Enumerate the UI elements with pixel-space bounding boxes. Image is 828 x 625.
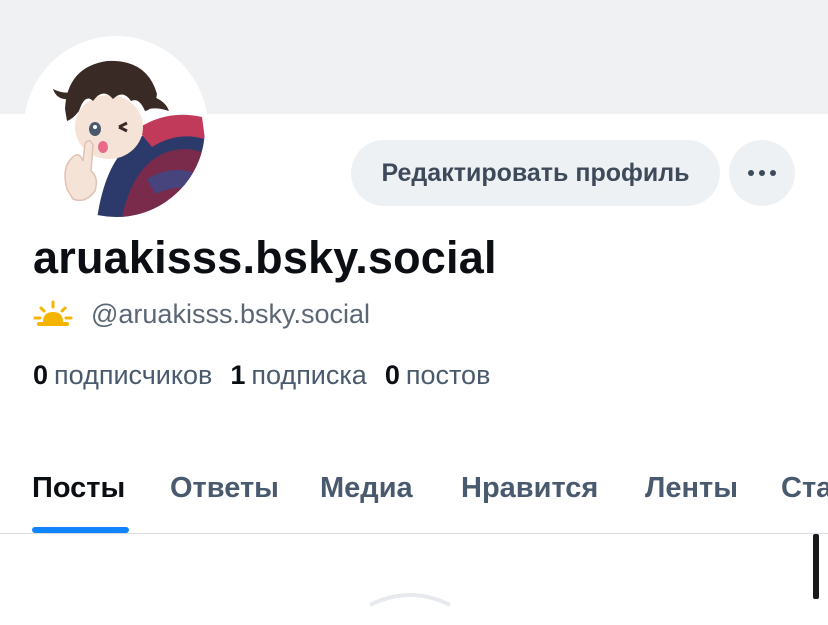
followers-label[interactable]: подписчиков [54, 360, 212, 391]
avatar-illustration [27, 39, 205, 217]
tab-replies[interactable]: Ответы [170, 472, 279, 505]
handle[interactable]: @aruakisss.bsky.social [91, 299, 370, 330]
posts-label: постов [405, 359, 491, 390]
scrollbar[interactable] [813, 534, 819, 599]
loading-spinner [350, 585, 470, 625]
ellipsis-icon [748, 170, 754, 176]
display-name: aruakisss.bsky.social [33, 232, 497, 283]
ellipsis-icon-dot [770, 170, 776, 176]
tab-media[interactable]: Медиа [320, 472, 413, 505]
handle-row: @aruakisss.bsky.social [33, 296, 370, 332]
tab-starter-packs[interactable]: Ста [781, 472, 828, 505]
tab-posts[interactable]: Посты [32, 472, 125, 505]
edit-profile-button[interactable]: Редактировать профиль [351, 140, 720, 206]
tab-feeds[interactable]: Ленты [645, 472, 738, 505]
ellipsis-icon-dot [759, 170, 765, 176]
following-label[interactable]: подписка [251, 360, 366, 391]
posts-count: 0 [384, 359, 400, 390]
tab-likes[interactable]: Нравится [461, 472, 598, 505]
sun-behind-cloud-icon [33, 300, 73, 328]
active-tab-indicator [32, 527, 129, 533]
profile-stats: 0 подписчиков 1 подписка 0 постов [33, 356, 508, 394]
followers-count[interactable]: 0 [33, 360, 48, 391]
more-options-button[interactable] [729, 140, 795, 206]
profile-tabs: Посты Ответы Медиа Нравится Ленты Ста [0, 450, 828, 534]
following-count[interactable]: 1 [230, 360, 245, 391]
avatar[interactable] [24, 36, 208, 220]
